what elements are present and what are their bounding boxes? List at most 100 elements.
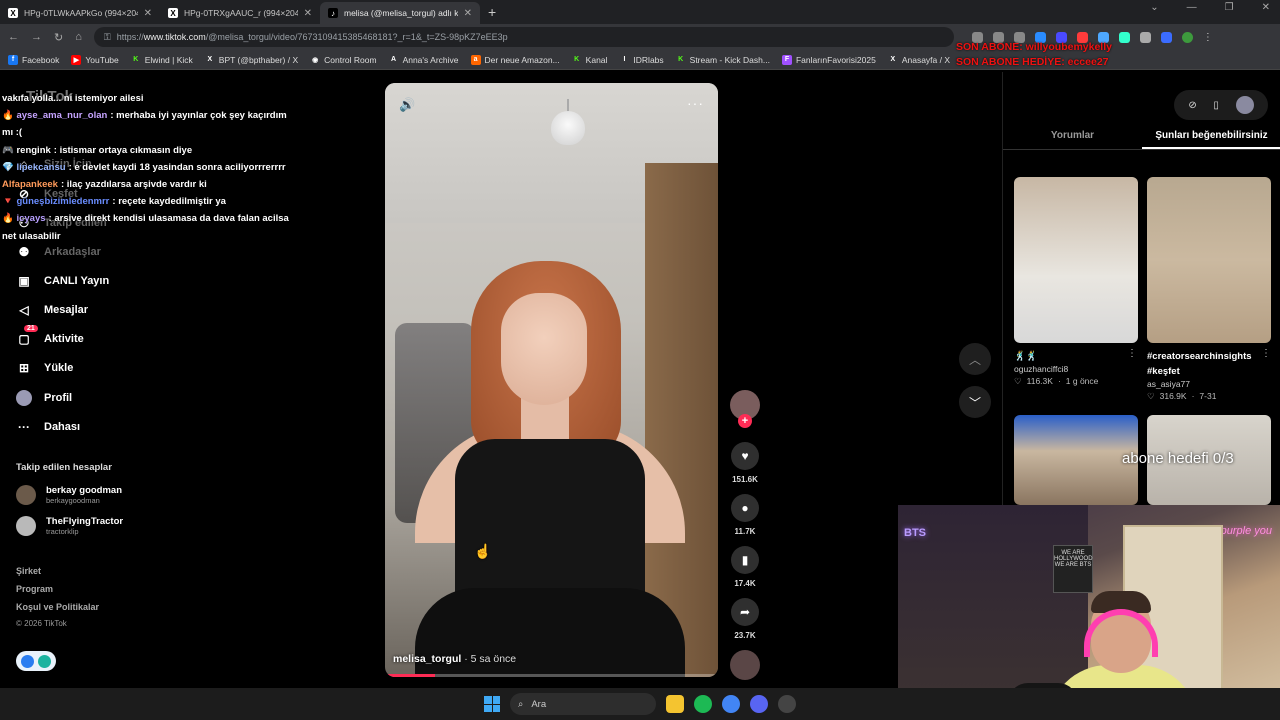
footer-link-terms[interactable]: Koşul ve Politikalar [16,602,99,612]
comment-button[interactable]: ● 11.7K [728,494,762,536]
bookmark-annas-archive[interactable]: A Anna's Archive [389,55,459,65]
next-video-button[interactable]: ﹀ [959,386,991,418]
app-download-pill[interactable] [16,651,56,671]
browser-tab-1[interactable]: X HPg-0TLWkAAPkGo (994×2048) ✕ [0,2,160,24]
video-progress-bar[interactable] [385,674,718,677]
card-author[interactable]: oguzhanciffci8 [1014,364,1138,374]
nav-upload[interactable]: ⊞ Yükle [16,360,73,376]
card-more-icon[interactable]: ⋮ [1261,348,1271,359]
archive-icon: A [391,56,397,63]
bookmark-control-room[interactable]: ◉ Control Room [310,55,377,65]
bookmark-fanlarin-favorisi[interactable]: F FanlarınFavorisi2025 [781,54,876,65]
bookmark-kick-dashboard[interactable]: K Stream - Kick Dash... [676,55,770,65]
bookmark-bpt[interactable]: X BPT (@bpthaber) / X [205,55,298,65]
webcam-neon-sign: I purple you [1214,525,1272,537]
extension-icon[interactable] [1139,31,1151,43]
video-thumbnail[interactable] [1147,177,1271,343]
bookmark-kanal[interactable]: K Kanal [572,55,607,65]
footer-link-program[interactable]: Program [16,584,53,594]
more-options-icon[interactable]: ··· [687,95,704,111]
following-account[interactable]: berkay goodman berkaygoodman [16,485,122,505]
card-title: #creatorsearchinsights #keşfet [1147,351,1252,377]
new-tab-icon[interactable]: + [488,4,496,20]
nav-messages[interactable]: ◁ Mesajlar [16,302,88,318]
extension-icon[interactable] [1118,31,1130,43]
taskbar-search[interactable]: ⌕ Ara [510,693,656,715]
share-button[interactable]: ➦ 23.7K [728,598,762,640]
recommended-video-card[interactable] [1014,415,1138,505]
screen: X HPg-0TLWkAAPkGo (994×2048) ✕ X HPg-0TR… [0,0,1280,720]
video-timestamp: · 5 sa önce [464,653,517,665]
extension-icon[interactable] [1160,31,1172,43]
close-tab-icon[interactable]: ✕ [144,8,152,19]
video-author[interactable]: melisa_torgul · 5 sa önce [393,653,516,665]
previous-video-button[interactable]: ︿ [959,343,991,375]
save-button[interactable]: ▮ 17.4K [728,546,762,588]
video-thumbnail[interactable] [1014,177,1138,343]
chrome-icon[interactable] [722,695,740,713]
forward-icon[interactable]: → [31,31,42,43]
tab-you-may-like[interactable]: Şunları beğenebilirsiniz [1142,124,1280,149]
music-disc-button[interactable] [728,650,762,680]
bookmark-youtube[interactable]: ▶ YouTube [71,54,119,65]
vote-icon: F [781,54,792,65]
bookmark-facebook[interactable]: f Facebook [8,54,59,65]
x-logo-icon: X [207,56,213,63]
browser-tab-3[interactable]: ♪ melisa (@melisa_torgul) adlı kul ✕ [320,2,480,24]
device-icon[interactable]: ▯ [1213,100,1219,111]
home-icon[interactable]: ⌂ [75,31,82,43]
nav-friends[interactable]: ⚉ Arkadaşlar [16,244,101,260]
volume-icon[interactable]: 🔊 [399,97,415,113]
compass-icon[interactable]: ⊘ [1188,100,1196,111]
following-account[interactable]: TheFlyingTractor tractorklip [16,516,123,536]
maximize-icon[interactable]: ❐ [1225,2,1234,13]
browser-tab-2[interactable]: X HPg-0TRXgAAUC_r (994×2048) ✕ [160,2,320,24]
kick-icon: K [574,56,580,63]
video-progress-fill [385,674,435,677]
video-player[interactable]: 🔊 ··· melisa_torgul · 5 sa önce [385,83,718,677]
recommended-video-card[interactable]: 🕺🕺 oguzhanciffci8 ♡ 116.3K · 1 g önce [1014,177,1138,387]
reload-icon[interactable]: ↻ [54,31,63,44]
nav-more[interactable]: ··· Dahası [16,419,80,435]
user-avatar[interactable] [1235,96,1254,114]
bookmark-elwind-kick[interactable]: K Elwind | Kick [131,55,193,65]
profile-avatar-icon[interactable] [1181,31,1193,43]
follow-plus-icon[interactable]: + [738,414,752,428]
back-icon[interactable]: ← [8,31,19,43]
facebook-icon: f [8,54,18,65]
chevron-down-icon[interactable]: ⌄ [1150,2,1158,13]
right-panel-tabs: Yorumlar Şunları beğenebilirsiniz [1003,124,1280,150]
close-tab-icon[interactable]: ✕ [304,8,312,19]
creator-avatar-button[interactable]: + [728,390,762,428]
bookmark-amazon[interactable]: a Der neue Amazon... [470,54,560,65]
minimize-icon[interactable]: — [1187,2,1197,13]
nav-profile[interactable]: Profil [16,390,72,406]
like-button[interactable]: ♥ 151.6K [728,442,762,484]
recommended-video-card[interactable]: #creatorsearchinsights #keşfet as_asiya7… [1147,177,1271,402]
youtube-icon: ▶ [71,54,82,65]
spotify-icon[interactable] [694,695,712,713]
obs-icon[interactable] [778,695,796,713]
video-thumbnail[interactable] [1014,415,1138,505]
menu-icon[interactable]: ⋮ [1203,32,1213,43]
profile-icon [16,390,32,406]
card-more-icon[interactable]: ⋮ [1127,348,1137,359]
kick-icon: K [133,56,139,63]
bookmark-x-home[interactable]: X Anasayfa / X [888,55,950,65]
nav-live[interactable]: ▣ CANLI Yayın [16,273,109,289]
discord-icon[interactable] [750,695,768,713]
bookmark-idrlabs[interactable]: I IDRlabs [619,55,663,65]
url-text: https://www.tiktok.com/@melisa_torgul/vi… [116,32,508,42]
subscriber-goal-overlay: abone hedefi 0/3 [1122,450,1234,467]
nav-activity[interactable]: ▢ 21 Aktivite [16,325,84,347]
footer-link-company[interactable]: Şirket [16,566,41,576]
close-tab-icon[interactable]: ✕ [464,8,472,19]
card-author[interactable]: as_asiya77 [1147,379,1271,389]
windows-start-icon[interactable] [484,696,500,712]
url-field[interactable]: ⚿ https://www.tiktok.com/@melisa_torgul/… [93,27,954,47]
video-lamp [551,111,585,145]
file-explorer-icon[interactable] [666,695,684,713]
close-icon[interactable]: ✕ [1262,2,1270,13]
card-title: 🕺🕺 [1014,351,1038,362]
tab-comments[interactable]: Yorumlar [1003,124,1142,149]
